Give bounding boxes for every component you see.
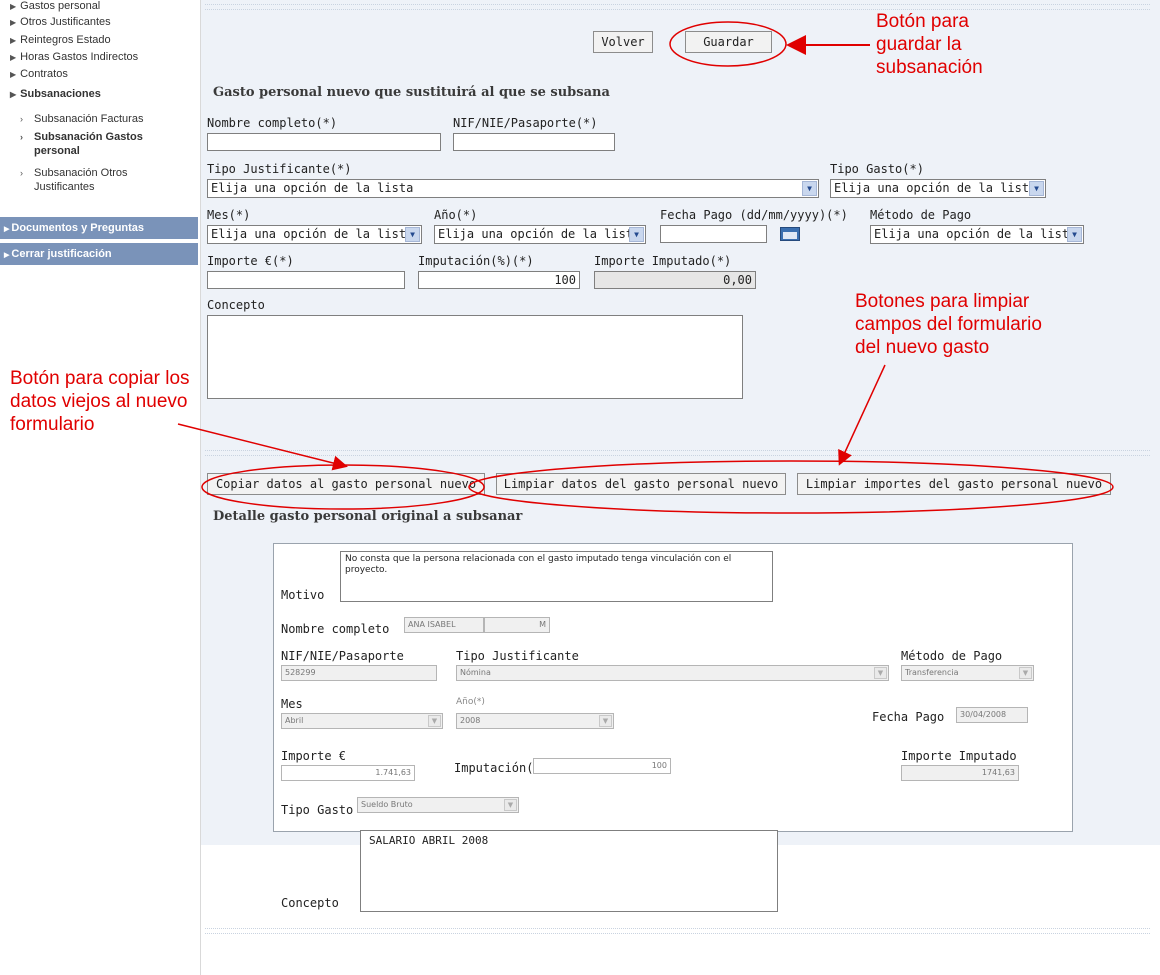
original-tipo-gasto-select: Sueldo Bruto ▼ (357, 797, 519, 813)
importe-input[interactable] (207, 271, 405, 289)
original-importe-imputado-label: Importe Imputado (901, 749, 1017, 763)
chevron-right-icon: › (20, 168, 23, 178)
importe-label: Importe €(*) (207, 254, 294, 268)
chevron-right-icon: › (20, 114, 23, 124)
nombre-label: Nombre completo(*) (207, 116, 338, 130)
original-nombre-last: M (484, 617, 550, 633)
sidebar-subitem-gastos-personal[interactable]: › Subsanación Gastos personal (20, 130, 182, 158)
clear-annotation: Botones para limpiar campos del formular… (855, 291, 1042, 358)
triangle-right-icon: ▶ (10, 70, 17, 79)
chevron-down-icon: ▼ (629, 227, 644, 242)
original-mes-select: Abril ▼ (281, 713, 443, 729)
imputacion-input[interactable]: 100 (418, 271, 580, 289)
original-mes-label: Mes (281, 697, 303, 711)
sidebar-block-documentos[interactable]: ▶ Documentos y Preguntas (0, 217, 198, 239)
motivo-field: No consta que la persona relacionada con… (340, 551, 773, 602)
triangle-right-icon: ▶ (10, 2, 17, 11)
anio-label: Año(*) (434, 208, 478, 222)
original-nif-field: 528299 (281, 665, 437, 681)
back-button[interactable]: Volver (593, 31, 653, 53)
mes-select[interactable]: Elija una opción de la lista ▼ (207, 225, 422, 244)
original-imputacion-field: 100 (533, 758, 671, 774)
nombre-input[interactable] (207, 133, 441, 151)
mes-label: Mes(*) (207, 208, 251, 222)
tipo-gasto-select[interactable]: Elija una opción de la lista ▼ (830, 179, 1046, 198)
chevron-down-icon: ▼ (405, 227, 420, 242)
nif-input[interactable] (453, 133, 615, 151)
clear-amounts-button[interactable]: Limpiar importes del gasto personal nuev… (797, 473, 1111, 495)
chevron-down-icon: ▼ (802, 181, 817, 196)
importe-imputado-label: Importe Imputado(*) (594, 254, 732, 268)
sidebar-item-horas-gastos[interactable]: ▶ Horas Gastos Indirectos (10, 51, 138, 63)
original-fecha-field: 30/04/2008 (956, 707, 1028, 723)
original-importe-imputado-field: 1741,63 (901, 765, 1019, 781)
original-nif-label: NIF/NIE/Pasaporte (281, 649, 404, 663)
sidebar-item-reintegros[interactable]: ▶ Reintegros Estado (10, 34, 111, 46)
original-metodo-select: Transferencia ▼ (901, 665, 1034, 681)
calendar-icon[interactable] (780, 227, 800, 241)
original-tipo-gasto-label: Tipo Gasto (281, 803, 354, 817)
save-button[interactable]: Guardar (685, 31, 772, 53)
sidebar-block-cerrar[interactable]: ▶ Cerrar justificación (0, 243, 198, 265)
sidebar-subitem-facturas[interactable]: › Subsanación Facturas (20, 112, 192, 126)
imputacion-label: Imputación(%)(*) (418, 254, 534, 268)
original-importe-field: 1.741,63 (281, 765, 415, 781)
original-tipo-justificante-select: Nómina ▼ (456, 665, 889, 681)
chevron-right-icon: › (20, 132, 23, 142)
copy-annotation: Botón para copiar los datos viejos al nu… (10, 368, 190, 435)
original-nombre-label: Nombre completo (281, 622, 390, 636)
top-divider (205, 4, 1150, 10)
chevron-down-icon: ▼ (599, 715, 612, 727)
original-anio-select: 2008 ▼ (456, 713, 614, 729)
original-concepto-field: SALARIO ABRIL 2008 (360, 830, 778, 912)
sidebar-item-contratos[interactable]: ▶ Contratos (10, 68, 68, 80)
chevron-down-icon: ▼ (874, 667, 887, 679)
tipo-gasto-label: Tipo Gasto(*) (830, 162, 924, 176)
original-expense-title: Detalle gasto personal original a subsan… (213, 509, 523, 524)
bottom-divider (205, 928, 1150, 934)
importe-imputado-field: 0,00 (594, 271, 756, 289)
chevron-down-icon: ▼ (428, 715, 441, 727)
motivo-label: Motivo (281, 588, 325, 602)
chevron-down-icon: ▼ (1067, 227, 1082, 242)
original-fecha-label: Fecha Pago (872, 710, 945, 724)
triangle-right-icon: ▶ (10, 36, 17, 45)
tipo-justificante-label: Tipo Justificante(*) (207, 162, 352, 176)
original-anio-label: Año(*) (456, 697, 485, 707)
mid-divider (205, 450, 1150, 456)
triangle-right-icon: ▶ (10, 18, 17, 27)
original-concepto-label: Concepto (281, 896, 339, 910)
concepto-label: Concepto (207, 298, 265, 312)
tipo-justificante-select[interactable]: Elija una opción de la lista ▼ (207, 179, 819, 198)
triangle-right-icon: ▶ (10, 90, 17, 99)
sidebar: ▶ Gastos personal ▶ Otros Justificantes ▶ R… (0, 0, 201, 975)
fecha-pago-label: Fecha Pago (dd/mm/yyyy)(*) (660, 208, 848, 222)
chevron-down-icon: ▼ (504, 799, 517, 811)
copy-data-button[interactable]: Copiar datos al gasto personal nuevo (207, 473, 485, 495)
sidebar-item-otros-justificantes[interactable]: ▶ Otros Justificantes (10, 16, 111, 28)
sidebar-item-subsanaciones[interactable]: ▶ Subsanaciones (10, 88, 101, 100)
concepto-textarea[interactable] (207, 315, 743, 399)
original-importe-label: Importe € (281, 749, 347, 763)
fecha-pago-input[interactable] (660, 225, 767, 243)
triangle-right-icon: ▶ (4, 226, 10, 233)
save-annotation: Botón para guardar la subsanación (876, 11, 983, 78)
sidebar-item-gastos-personal[interactable]: ▶ Gastos personal (10, 0, 100, 12)
metodo-pago-select[interactable]: Elija una opción de la lista ▼ (870, 225, 1084, 244)
triangle-right-icon: ▶ (10, 53, 17, 62)
triangle-right-icon: ▶ (4, 252, 10, 259)
original-tipo-justificante-label: Tipo Justificante (456, 649, 579, 663)
metodo-pago-label: Método de Pago (870, 208, 972, 222)
original-nombre-first: ANA ISABEL (404, 617, 484, 633)
sidebar-subitem-otros[interactable]: › Subsanación Otros Justificantes (20, 166, 162, 194)
anio-select[interactable]: Elija una opción de la lista ▼ (434, 225, 646, 244)
new-expense-title: Gasto personal nuevo que sustituirá al q… (213, 85, 610, 100)
chevron-down-icon: ▼ (1029, 181, 1044, 196)
clear-data-button[interactable]: Limpiar datos del gasto personal nuevo (496, 473, 786, 495)
original-metodo-label: Método de Pago (901, 649, 1003, 663)
chevron-down-icon: ▼ (1019, 667, 1032, 679)
nif-label: NIF/NIE/Pasaporte(*) (453, 116, 598, 130)
